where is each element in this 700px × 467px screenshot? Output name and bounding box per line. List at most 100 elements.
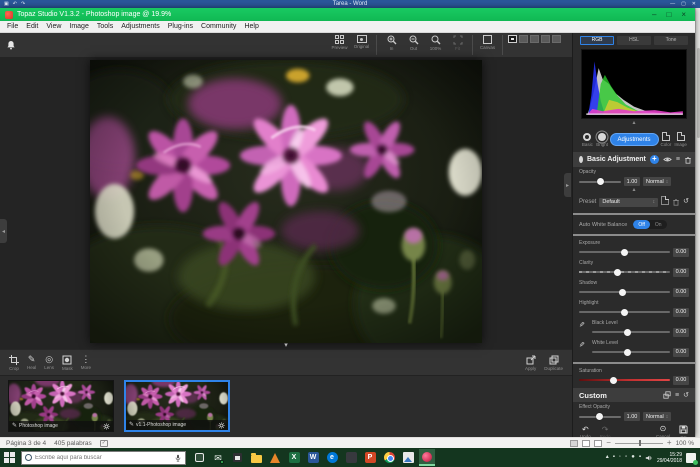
redo-icon[interactable]: ↷ xyxy=(21,1,25,7)
black-level-slider[interactable] xyxy=(592,331,670,333)
awb-on-toggle[interactable]: On xyxy=(650,220,667,229)
mask-tool-button[interactable]: Mask xyxy=(62,355,73,371)
menu-file[interactable]: File xyxy=(3,21,22,33)
awb-off-toggle[interactable]: Off xyxy=(633,220,650,229)
tray-status-icon[interactable]: ▪ xyxy=(639,449,641,466)
black-level-value[interactable]: 0.00 xyxy=(673,328,689,337)
dark-app-icon[interactable] xyxy=(343,449,359,466)
tray-chevron-up-icon[interactable]: ▴ xyxy=(606,449,609,466)
menu-plugins[interactable]: Plug-ins xyxy=(164,21,197,33)
vlc-icon[interactable] xyxy=(267,449,283,466)
tray-status-icon[interactable]: ◦ xyxy=(619,449,621,466)
basic-mode-button[interactable]: Basic xyxy=(580,133,595,147)
filmstrip-thumbnail-original[interactable]: ✎ Photoshop image xyxy=(8,380,114,432)
blend-mode-dropdown[interactable]: Normal↕ xyxy=(643,177,671,186)
custom-stack-icon[interactable] xyxy=(663,391,671,399)
exposure-value[interactable]: 0.00 xyxy=(673,248,689,257)
spellcheck-icon[interactable] xyxy=(100,440,108,447)
zoom-in-plus[interactable]: + xyxy=(667,440,672,446)
read-mode-icon[interactable] xyxy=(570,440,578,447)
word-zoom-slider[interactable] xyxy=(615,443,663,444)
menu-view[interactable]: View xyxy=(42,21,65,33)
view-single-toggle[interactable] xyxy=(508,35,517,43)
word-quick-access-toolbar[interactable]: ▣ ↶ ↷ xyxy=(4,1,25,7)
print-layout-icon[interactable] xyxy=(582,440,590,447)
file-explorer-icon[interactable] xyxy=(248,449,264,466)
custom-reset-icon[interactable]: ↺ xyxy=(683,392,689,399)
clarity-value[interactable]: 0.00 xyxy=(673,268,689,277)
image-mode-button[interactable]: Image xyxy=(673,132,688,147)
delete-preset-trash-icon[interactable] xyxy=(672,198,680,206)
duplicate-button[interactable]: Duplicate xyxy=(544,355,563,371)
save-preset-page-icon[interactable] xyxy=(661,196,669,208)
more-tools-button[interactable]: ⋮More xyxy=(81,355,91,370)
heal-tool-button[interactable]: ✎Heal xyxy=(27,355,36,370)
zoom-fit-button[interactable]: Fit xyxy=(448,35,467,51)
powerpoint-icon[interactable]: P xyxy=(362,449,378,466)
view-split-toggle[interactable] xyxy=(519,35,528,43)
menu-adjustments[interactable]: Adjustments xyxy=(117,21,164,33)
image-canvas[interactable]: ▾ xyxy=(0,57,572,349)
word-maximize-button[interactable]: ▢ xyxy=(681,1,686,7)
search-input[interactable] xyxy=(35,455,171,461)
saturation-value[interactable]: 0.00 xyxy=(673,376,689,385)
view-top-bottom-toggle[interactable] xyxy=(541,35,550,43)
shadow-slider[interactable] xyxy=(579,291,670,293)
apply-button[interactable]: Apply xyxy=(525,355,536,371)
add-adjustment-icon[interactable]: + xyxy=(650,155,659,164)
microphone-icon[interactable] xyxy=(174,454,182,462)
word-page-status[interactable]: Página 3 de 4 xyxy=(6,440,46,447)
word-minimize-button[interactable]: — xyxy=(670,1,675,7)
highlight-value[interactable]: 0.00 xyxy=(673,308,689,317)
taskbar-clock[interactable]: 15:29 29/04/2018 xyxy=(657,452,682,464)
opacity-value[interactable]: 1.00 xyxy=(624,177,640,186)
web-layout-icon[interactable] xyxy=(594,440,602,447)
app-minimize-button[interactable]: – xyxy=(652,8,656,21)
white-level-slider[interactable] xyxy=(592,351,670,353)
panel-menu-icon[interactable]: ≡ xyxy=(676,156,680,163)
edited-photo[interactable] xyxy=(90,60,482,343)
action-center-icon[interactable] xyxy=(686,453,696,463)
zoom-out-button[interactable]: Out xyxy=(404,35,423,51)
effect-opacity-slider[interactable] xyxy=(579,416,621,418)
word-scrollbar[interactable] xyxy=(695,8,700,437)
preset-dropdown[interactable]: Default↕ xyxy=(599,198,658,207)
word-word-count[interactable]: 405 palabras xyxy=(54,440,92,447)
word-close-button[interactable]: ✕ xyxy=(692,1,696,7)
tab-tone[interactable]: Tone xyxy=(654,36,688,45)
view-detail-toggle[interactable] xyxy=(552,35,561,43)
volume-icon[interactable] xyxy=(645,454,653,462)
adjustments-button[interactable]: Adjustments xyxy=(610,133,659,146)
menu-image[interactable]: Image xyxy=(65,21,92,33)
app-close-button[interactable]: × xyxy=(681,8,686,21)
right-panel-expander[interactable]: ▸ xyxy=(564,173,571,197)
zoom-100-button[interactable]: 100% xyxy=(426,35,445,51)
menu-help[interactable]: Help xyxy=(240,21,262,33)
filmstrip-thumbnail-edited[interactable]: ✎ v1.1-Photoshop image xyxy=(124,380,230,432)
undo-icon[interactable]: ↶ xyxy=(13,1,17,7)
exposure-slider[interactable] xyxy=(579,251,670,253)
histogram-collapse-arrow[interactable]: ▴ xyxy=(573,119,695,127)
word-icon[interactable]: W xyxy=(305,449,321,466)
start-button[interactable] xyxy=(4,452,16,464)
delete-adjustment-trash-icon[interactable] xyxy=(684,156,692,164)
highlight-slider[interactable] xyxy=(579,311,670,313)
preview-button[interactable]: Preview xyxy=(330,35,349,50)
zoom-in-button[interactable]: In xyxy=(382,35,401,51)
menu-tools[interactable]: Tools xyxy=(93,21,117,33)
menu-edit[interactable]: Edit xyxy=(22,21,42,33)
taskbar-search[interactable] xyxy=(21,451,186,465)
app-maximize-button[interactable]: □ xyxy=(666,8,671,21)
zoom-out-minus[interactable]: − xyxy=(606,440,611,446)
opacity-slider[interactable] xyxy=(579,181,621,183)
color-mode-button[interactable]: Color xyxy=(659,132,674,147)
tab-rgb[interactable]: RGB xyxy=(580,36,614,45)
topaz-studio-taskbar-icon[interactable] xyxy=(419,449,435,466)
tray-status-icon[interactable]: ● xyxy=(631,449,635,466)
save-icon[interactable]: ▣ xyxy=(4,1,9,7)
original-button[interactable]: Original xyxy=(352,35,371,49)
custom-blend-mode-dropdown[interactable]: Normal↕ xyxy=(643,412,671,421)
reset-preset-icon[interactable]: ↺ xyxy=(683,198,689,206)
saturation-slider[interactable] xyxy=(579,379,670,381)
mail-icon[interactable]: ✉ xyxy=(210,449,226,466)
